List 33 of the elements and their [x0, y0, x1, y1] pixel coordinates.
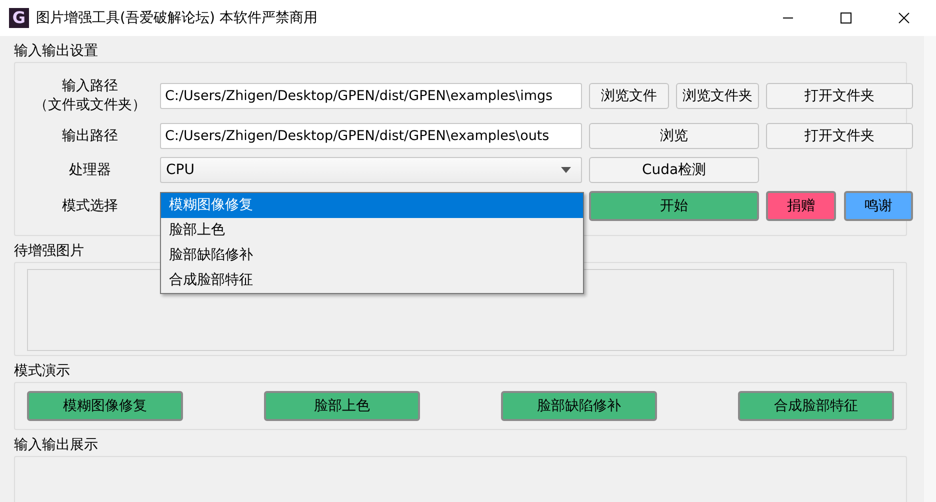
browse-button[interactable]: 浏览文件	[589, 83, 669, 109]
window-title: 图片增强工具(吾爱破解论坛) 本软件严禁商用	[36, 9, 318, 27]
input-field[interactable]: C:/Users/Zhigen/Desktop/GPEN/dist/GPEN\examples\imgs	[160, 83, 582, 109]
field-label: 输入路径 （文件或文件夹）	[33, 77, 147, 115]
thanks-button[interactable]: 鸣谢	[844, 191, 913, 221]
donate-button[interactable]: 捐赠	[766, 191, 836, 221]
mode-demo-button[interactable]: 脸部上色	[264, 391, 420, 421]
maximize-icon[interactable]	[840, 12, 852, 24]
open-folder-button[interactable]: 打开文件夹	[766, 123, 913, 149]
app-icon: G	[9, 8, 29, 28]
mode-demo-button[interactable]: 合成脸部特征	[738, 391, 894, 421]
section-title: 模式演示	[14, 362, 70, 381]
field-label: 输出路径	[61, 127, 119, 145]
dropdown-option[interactable]: 合成脸部特征	[161, 268, 583, 293]
section-title: 待增强图片	[14, 242, 84, 261]
start-button[interactable]: 开始	[589, 191, 759, 221]
section-title: 输入输出设置	[14, 42, 98, 61]
field-label: 模式选择	[61, 197, 119, 215]
field-label: 处理器	[68, 161, 112, 179]
mode-demo-button[interactable]: 脸部缺陷修补	[501, 391, 657, 421]
open-folder-button[interactable]: 打开文件夹	[766, 83, 913, 109]
input-field[interactable]: C:/Users/Zhigen/Desktop/GPEN/dist/GPEN\examples\outs	[160, 123, 582, 149]
close-icon[interactable]	[898, 12, 910, 24]
caret-icon	[561, 167, 571, 173]
browse-button[interactable]: 浏览文件夹	[676, 83, 759, 109]
mode-demo-button[interactable]: 模糊图像修复	[27, 391, 183, 421]
dropdown-option[interactable]: 模糊图像修复	[161, 193, 583, 218]
browse-button[interactable]: 浏览	[589, 123, 759, 149]
cuda-button[interactable]: Cuda检测	[589, 157, 759, 183]
dropdown-option[interactable]: 脸部缺陷修补	[161, 243, 583, 268]
processor-dropdown[interactable]: CPU	[160, 157, 582, 183]
dropdown-option[interactable]: 脸部上色	[161, 218, 583, 243]
section-title: 输入输出展示	[14, 436, 98, 455]
